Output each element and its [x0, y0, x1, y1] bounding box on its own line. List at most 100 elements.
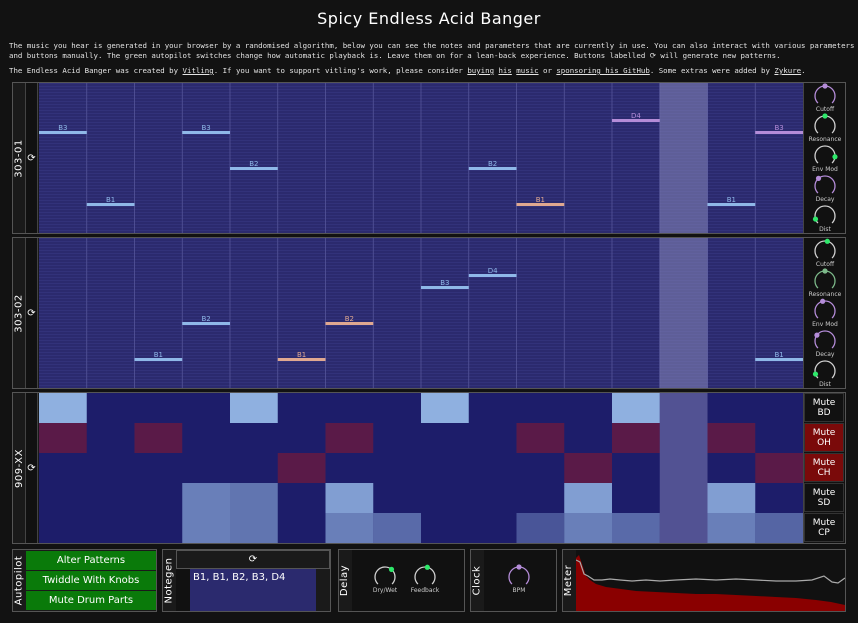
- mute-button-text: SD: [817, 497, 831, 508]
- note-label: B3: [440, 279, 449, 287]
- drum-hit[interactable]: [707, 423, 756, 453]
- drum-hit[interactable]: [373, 513, 421, 543]
- twiddle-knobs-button[interactable]: Twiddle With Knobs: [26, 571, 156, 590]
- notegen-regenerate-button[interactable]: ⟳: [176, 550, 330, 569]
- drum-hit[interactable]: [755, 513, 803, 543]
- note-grid-svg: B3 B1 B3 B2 B2 B1 D4 B1 B3: [39, 83, 803, 233]
- drum-hit[interactable]: [612, 393, 660, 423]
- drum-hit[interactable]: [39, 393, 87, 423]
- knob-cutoff[interactable]: Cutoff: [804, 83, 846, 113]
- link-buying[interactable]: buying: [467, 66, 494, 75]
- drum-hit[interactable]: [230, 483, 278, 513]
- meter-label: Meter: [563, 564, 575, 597]
- drum-hit[interactable]: [564, 513, 612, 543]
- knob-indicator: [822, 268, 828, 274]
- mute-button-sd[interactable]: Mute SD: [804, 483, 844, 512]
- knob-indicator: [815, 175, 822, 181]
- synth1-note-grid[interactable]: B3 B1 B3 B2 B2 B1 D4 B1 B3: [39, 83, 803, 233]
- link-music[interactable]: music: [516, 66, 538, 75]
- link-his[interactable]: his: [498, 66, 511, 75]
- knob-label: Decay: [815, 351, 835, 358]
- drum-hit[interactable]: [182, 483, 230, 513]
- mute-button-text: CH: [817, 467, 831, 478]
- page-title: Spicy Endless Acid Banger: [317, 9, 541, 28]
- mute-drum-parts-button[interactable]: Mute Drum Parts: [26, 591, 156, 610]
- mute-button-bd[interactable]: Mute BD: [804, 393, 844, 422]
- synth1-knob-column: Cutoff Resonance Env Mod Decay Dist: [803, 83, 845, 233]
- drum-hit[interactable]: [325, 423, 374, 453]
- knob-label: Resonance: [808, 136, 842, 143]
- mute-button-text: BD: [817, 407, 831, 418]
- knob-label: Decay: [815, 196, 835, 203]
- note-label: D4: [631, 112, 641, 120]
- synth-303-02-panel: 303-02 ⟳ B1 B2 B1 B2 B3 D4 B1 Cutoff Resonance E…: [12, 237, 846, 389]
- drum-hit[interactable]: [39, 423, 87, 453]
- knob-decay[interactable]: Decay: [804, 328, 846, 358]
- synth-303-01-label: 303-01: [13, 138, 25, 178]
- drum-hit[interactable]: [755, 453, 803, 483]
- drum-hit[interactable]: [564, 483, 612, 513]
- delay-panel: Delay Dry/Wet Feedback: [338, 549, 465, 612]
- drum-hit[interactable]: [516, 423, 565, 453]
- delay-label: Delay: [339, 564, 351, 597]
- drum-hit[interactable]: [516, 513, 565, 543]
- link-zykure[interactable]: Zykure: [774, 66, 801, 75]
- knob-feedback[interactable]: Feedback: [404, 564, 446, 594]
- synth-303-02-label: 303-02: [13, 293, 25, 333]
- note-label: B1: [536, 196, 545, 204]
- synth2-regenerate-button[interactable]: ⟳: [25, 238, 38, 388]
- knob-dry-wet[interactable]: Dry/Wet: [364, 564, 406, 594]
- note-label: B1: [297, 351, 306, 359]
- mute-button-cp[interactable]: Mute CP: [804, 513, 844, 542]
- drum-hit[interactable]: [612, 513, 660, 543]
- drum-hit[interactable]: [325, 483, 374, 513]
- link-sponsor-github[interactable]: sponsoring his GitHub: [556, 66, 649, 75]
- drum-hit[interactable]: [325, 513, 374, 543]
- knob-env-mod[interactable]: Env Mod: [804, 143, 846, 173]
- note-label: B3: [774, 124, 783, 132]
- knob-dist[interactable]: Dist: [804, 203, 846, 233]
- drum-hit[interactable]: [707, 483, 756, 513]
- knob-cutoff[interactable]: Cutoff: [804, 238, 846, 268]
- link-vitling[interactable]: Vitling: [183, 66, 214, 75]
- knob-bpm[interactable]: BPM: [498, 564, 540, 594]
- knob-indicator: [812, 216, 819, 222]
- mute-button-text: Mute: [812, 517, 836, 528]
- drums-regenerate-button[interactable]: ⟳: [25, 393, 38, 543]
- synth1-regenerate-button[interactable]: ⟳: [25, 83, 38, 233]
- meter-panel: Meter: [562, 549, 846, 612]
- delay-knob-area: Dry/Wet Feedback: [352, 550, 464, 611]
- drum-hit[interactable]: [277, 453, 326, 483]
- mute-button-ch[interactable]: Mute CH: [804, 453, 844, 482]
- playhead-column: [659, 238, 708, 388]
- synth2-note-grid[interactable]: B1 B2 B1 B2 B3 D4 B1: [39, 238, 803, 388]
- knob-decay[interactable]: Decay: [804, 173, 846, 203]
- drum-hit[interactable]: [564, 453, 612, 483]
- drum-hit[interactable]: [230, 393, 278, 423]
- mute-button-oh[interactable]: Mute OH: [804, 423, 844, 452]
- knob-label: BPM: [512, 587, 526, 594]
- drum-hit[interactable]: [421, 393, 469, 423]
- playhead-column: [659, 83, 708, 233]
- knob-dial-icon: [812, 205, 836, 224]
- knob-resonance[interactable]: Resonance: [804, 268, 846, 298]
- knob-dist[interactable]: Dist: [804, 358, 846, 388]
- drum-hit[interactable]: [134, 423, 183, 453]
- drum-hit[interactable]: [182, 513, 230, 543]
- knob-resonance[interactable]: Resonance: [804, 113, 846, 143]
- notegen-note-list: B1, B1, B2, B3, D4: [190, 569, 316, 611]
- drum-hit[interactable]: [230, 513, 278, 543]
- note-label: B1: [774, 351, 783, 359]
- knob-env-mod[interactable]: Env Mod: [804, 298, 846, 328]
- drum-hit[interactable]: [612, 423, 660, 453]
- drum-pattern-grid[interactable]: [39, 393, 803, 543]
- mute-button-text: Mute: [812, 457, 836, 468]
- knob-indicator: [516, 564, 522, 570]
- credits-text: The Endless Acid Banger was created by: [9, 66, 183, 75]
- note-label: B3: [201, 124, 210, 132]
- credits-text: . If you want to support vitling's work,…: [213, 66, 468, 75]
- intro-line-2: and buttons manually. The green autopilo…: [9, 50, 781, 60]
- drum-hit[interactable]: [707, 513, 756, 543]
- alter-patterns-button[interactable]: Alter Patterns: [26, 551, 156, 570]
- synth2-knob-column: Cutoff Resonance Env Mod Decay Dist: [803, 238, 845, 388]
